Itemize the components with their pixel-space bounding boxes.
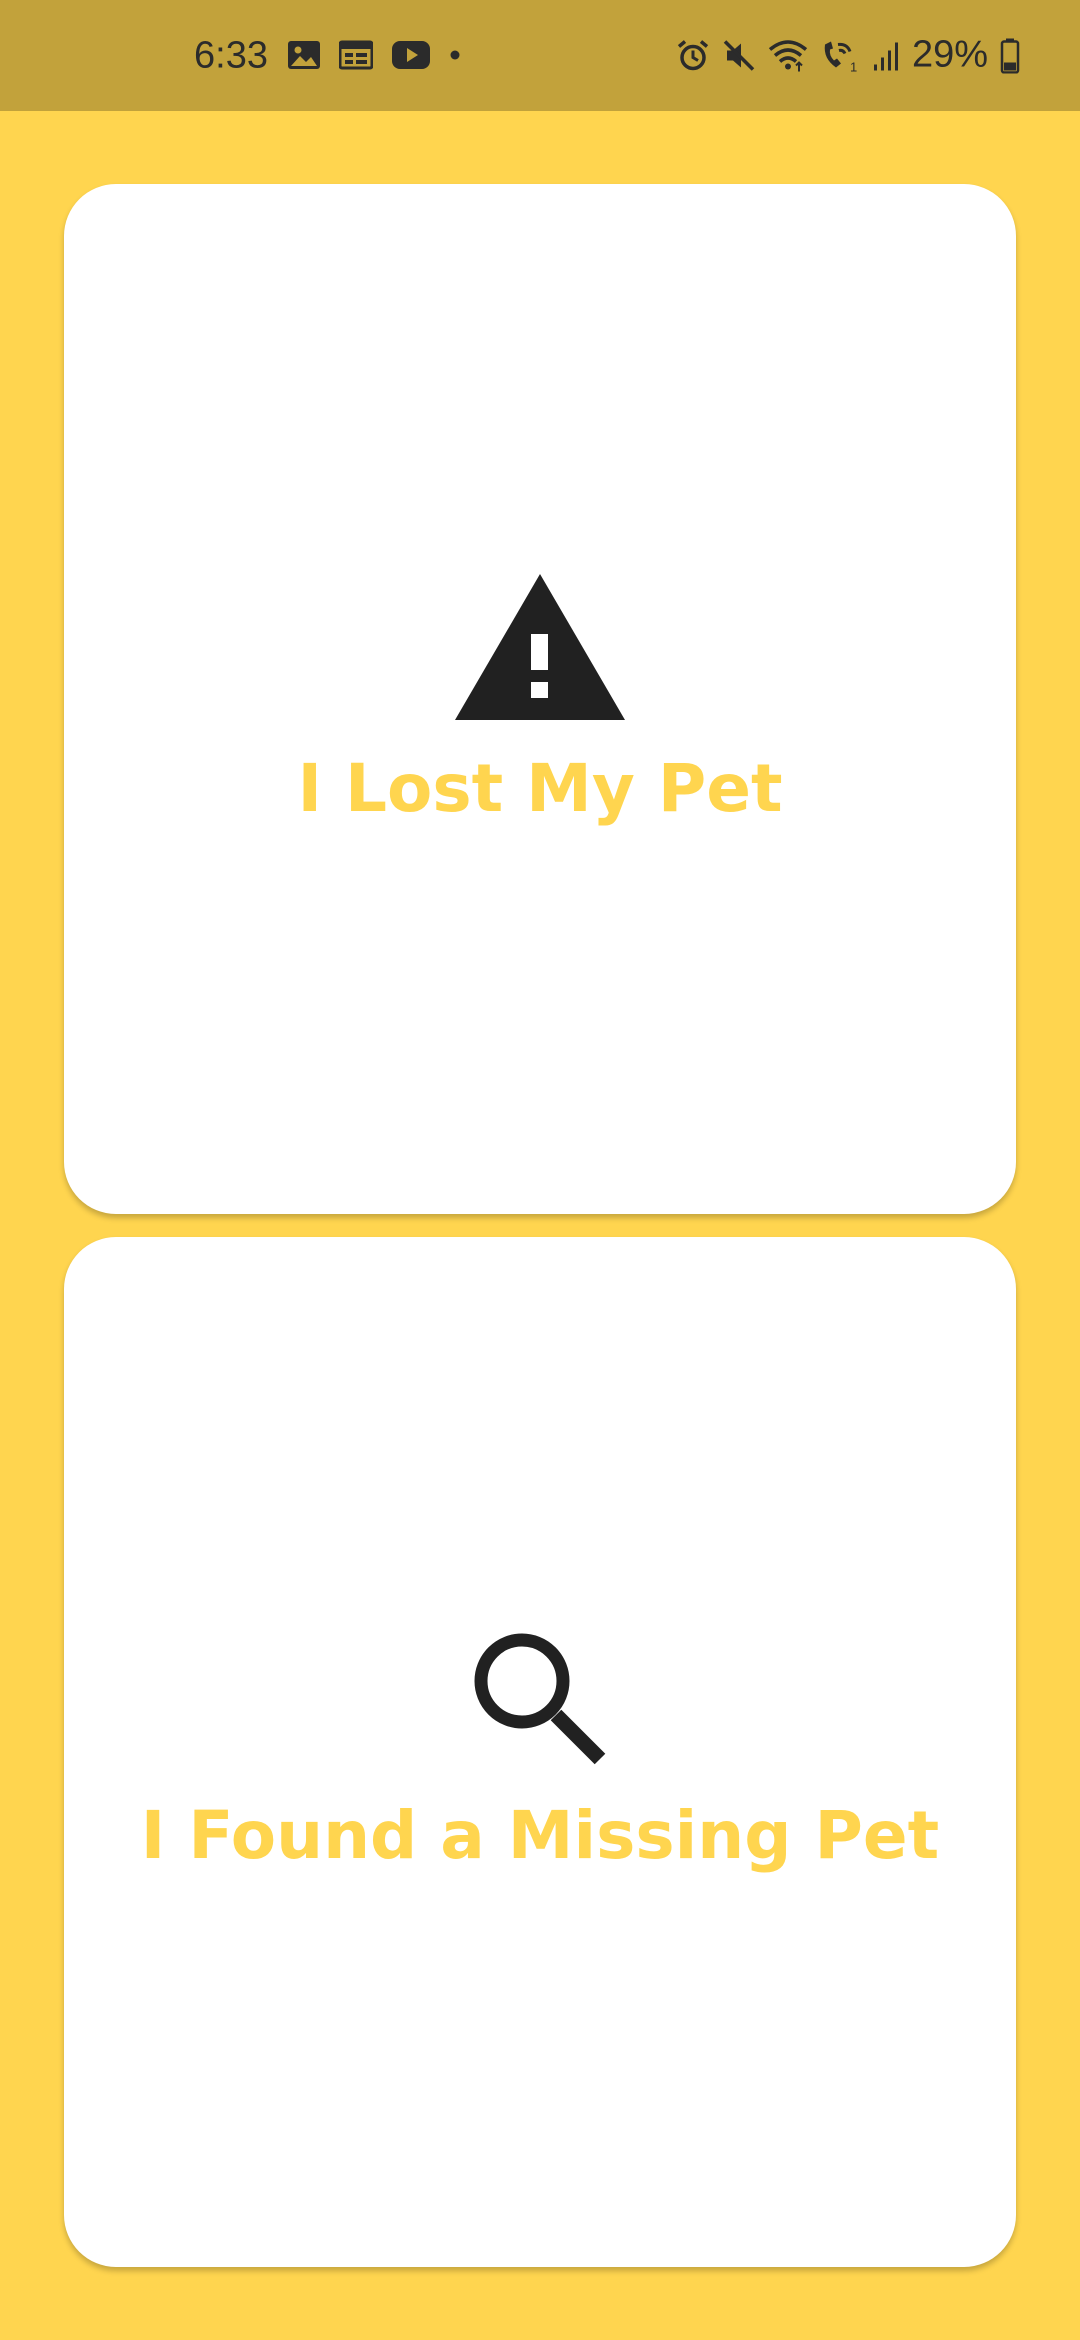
svg-text:1: 1 [850,59,857,72]
notification-dot-icon [449,49,461,61]
status-time: 6:33 [194,34,268,76]
alarm-icon [676,38,710,72]
mute-icon [722,38,756,72]
calendar-icon [339,40,373,70]
status-bar: 6:33 1 29% [0,0,1080,111]
youtube-icon [391,40,431,70]
wifi-calling-icon: 1 [820,38,860,72]
lost-pet-label: I Lost My Pet [297,750,783,827]
found-pet-card[interactable]: I Found a Missing Pet [64,1237,1016,2267]
signal-icon [872,38,900,72]
battery-icon [1000,37,1020,73]
search-icon [472,1631,608,1767]
gallery-icon [287,40,321,70]
found-pet-card-content: I Found a Missing Pet [64,1631,1016,1874]
status-left-icons [287,40,461,70]
wifi-icon [768,38,808,72]
battery-percent: 29% [911,33,988,76]
status-right-icons: 1 29% [676,34,1020,77]
warning-icon [455,574,625,720]
lost-pet-card-content: I Lost My Pet [64,574,1016,827]
found-pet-label: I Found a Missing Pet [140,1797,940,1874]
lost-pet-card[interactable]: I Lost My Pet [64,184,1016,1214]
